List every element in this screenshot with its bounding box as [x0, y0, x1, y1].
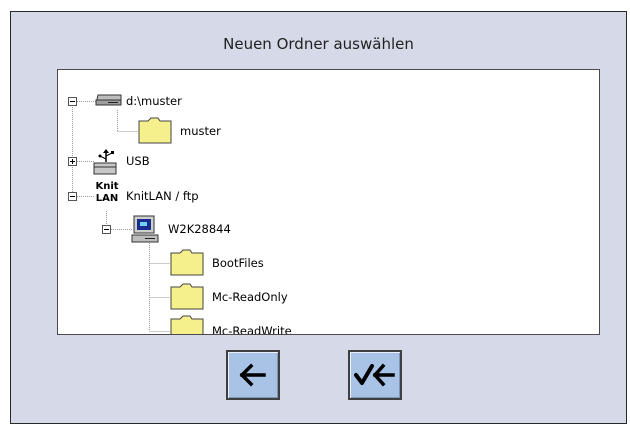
computer-icon [131, 215, 159, 243]
tree-item-bootfiles[interactable]: BootFiles [212, 256, 264, 270]
folder-icon [138, 117, 172, 144]
confirm-button[interactable] [348, 350, 402, 400]
collapse-toggle-icon[interactable] [68, 192, 77, 201]
usb-device-icon [93, 149, 117, 175]
tree-item-usb[interactable]: USB [126, 154, 150, 168]
folder-icon [170, 283, 204, 310]
tree-item-mc-readonly[interactable]: Mc-ReadOnly [212, 290, 288, 304]
folder-icon [170, 249, 204, 276]
tree-item-mc-readwrite[interactable]: Mc-ReadWrite [212, 324, 292, 334]
tree-item-muster[interactable]: muster [180, 124, 221, 138]
tree-item-knitlan[interactable]: KnitLAN / ftp [126, 189, 199, 203]
drive-icon [95, 94, 122, 106]
dialog-title: Neuen Ordner auswählen [223, 35, 414, 53]
left-arrow-icon [239, 363, 266, 387]
folder-tree[interactable]: d:\muster muster USB Knit LAN KnitLAN / … [57, 69, 600, 335]
tree-item-drive[interactable]: d:\muster [126, 94, 182, 108]
check-left-arrow-icon [354, 363, 395, 387]
tree-item-computer[interactable]: W2K28844 [168, 222, 231, 236]
collapse-toggle-icon[interactable] [102, 225, 111, 234]
back-button[interactable] [226, 350, 280, 400]
folder-select-dialog: Neuen Ordner auswählen d:\muster muster … [10, 11, 627, 424]
knitlan-icon: Knit LAN [95, 181, 119, 204]
collapse-toggle-icon[interactable] [68, 97, 77, 106]
expand-toggle-icon[interactable] [68, 157, 77, 166]
folder-icon [170, 315, 204, 334]
